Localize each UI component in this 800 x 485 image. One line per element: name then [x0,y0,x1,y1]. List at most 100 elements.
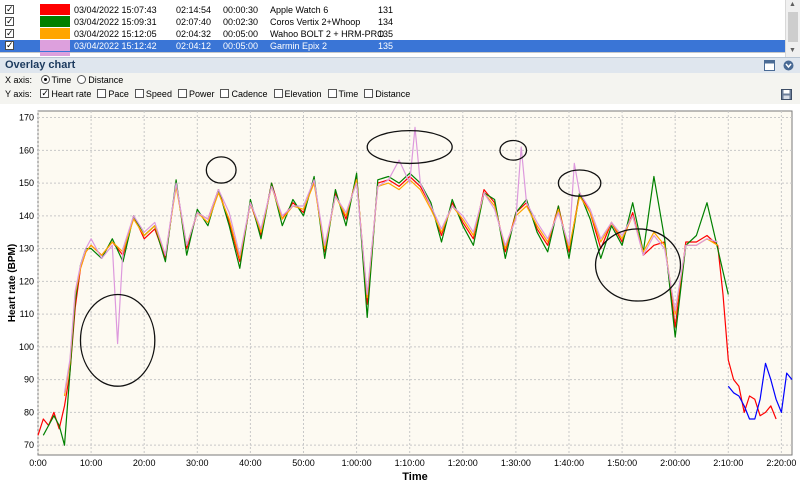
x-tick-label: 2:20:00 [766,458,796,468]
row-duration: 02:04:12 [176,41,212,51]
yaxis-option-heart-rate[interactable]: Heart rate [40,87,92,101]
checkbox-icon[interactable] [273,89,283,99]
yaxis-option-time[interactable]: Time [327,88,359,101]
next-row-swatch [40,52,70,56]
x-tick-label: 2:10:00 [713,458,743,468]
y-tick-label: 150 [19,178,34,188]
color-swatch[interactable] [40,28,70,39]
heart-rate-chart: 70 80 90 100 110 120 130 140 150 160 170 0:00 10:00 2… [7,110,796,483]
row-value: 131 [378,5,394,15]
row-duration: 02:14:54 [176,5,212,15]
row-offset: 00:05:00 [223,29,259,39]
collapse-icon[interactable] [783,60,794,71]
radio-icon[interactable] [77,75,87,85]
row-name: Coros Vertix 2+Whoop [270,17,361,27]
y-tick-label: 110 [20,309,34,319]
y-tick-label: 160 [19,145,34,155]
table-scrollbar[interactable]: ▲ ▼ [785,0,800,58]
x-axis-title: Time [402,471,427,483]
row-name: Wahoo BOLT 2 + HRM-PRO [270,29,385,39]
x-tick-label: 1:30:00 [501,458,531,468]
yaxis-option-elevation[interactable]: Elevation [273,88,322,101]
row-offset: 00:05:00 [223,41,259,51]
checkbox-icon[interactable] [220,89,230,99]
y-tick-label: 120 [19,276,34,286]
row-checkbox[interactable] [5,15,14,27]
option-label: Power [188,89,215,100]
save-icon[interactable] [781,89,792,100]
x-tick-label: 20:00 [133,458,156,468]
yaxis-option-pace[interactable]: Pace [97,88,129,101]
scrollbar-thumb[interactable] [788,12,798,42]
y-tick-label: 170 [19,113,34,123]
xaxis-option-time[interactable]: Time [40,74,72,87]
panel-title: Overlay chart [5,59,76,71]
y-tick-label: 90 [24,375,34,385]
radio-icon[interactable] [40,75,50,85]
table-row[interactable]: 03/04/2022 15:12:05 02:04:32 00:05:00 Wahoo… [0,27,786,40]
option-label: Time [51,75,72,86]
checkbox-icon[interactable] [40,87,50,100]
plot-area [37,110,793,456]
option-label: Distance [375,89,411,100]
x-tick-label: 1:50:00 [607,458,637,468]
option-label: Pace [108,89,129,100]
option-label: Speed [145,89,172,100]
row-duration: 02:04:32 [176,29,212,39]
chart-area: 70 80 90 100 110 120 130 140 150 160 170 0:00 10:00 2… [0,104,800,483]
color-swatch[interactable] [40,16,70,27]
xaxis-label: X axis: [5,75,33,86]
row-name: Apple Watch 6 [270,5,329,15]
row-offset: 00:00:30 [223,5,259,15]
checkbox-icon[interactable] [97,89,107,99]
color-swatch[interactable] [40,40,70,51]
y-tick-label: 70 [24,440,34,450]
y-tick-label: 100 [19,342,34,352]
x-tick-label: 10:00 [80,458,103,468]
y-axis-title: Heart rate (BPM) [7,244,18,322]
yaxis-option-cadence[interactable]: Cadence [220,88,268,101]
row-date: 03/04/2022 15:12:05 [74,29,157,39]
scroll-down-icon[interactable]: ▼ [789,47,796,54]
yaxis-option-distance[interactable]: Distance [364,88,410,101]
option-label: Time [338,89,359,100]
x-tick-label: 1:40:00 [554,458,584,468]
x-tick-label: 40:00 [239,458,262,468]
table-row[interactable]: 03/04/2022 15:09:31 02:07:40 00:02:30 Coros… [0,15,786,28]
table-row[interactable]: 03/04/2022 15:07:43 02:14:54 00:00:30 Apple… [0,3,786,16]
yaxis-row: Y axis: Heart rate Pace Speed Power Cadence E… [5,87,416,101]
table-row[interactable]: 03/04/2022 15:12:42 02:04:12 00:05:00 Garmi… [0,39,786,52]
option-label: Heart rate [51,89,92,100]
y-tick-label: 130 [19,244,34,254]
x-tick-label: 0:00 [29,458,47,468]
checkbox-icon[interactable] [364,89,374,99]
row-value: 135 [378,41,394,51]
y-tick-label: 80 [24,407,34,417]
yaxis-option-speed[interactable]: Speed [134,88,172,101]
row-duration: 02:07:40 [176,17,212,27]
x-tick-label: 50:00 [292,458,315,468]
x-tick-label: 1:20:00 [448,458,478,468]
color-swatch[interactable] [40,4,70,15]
row-checkbox[interactable] [5,27,14,39]
x-tick-label: 1:10:00 [395,458,425,468]
row-name: Garmin Epix 2 [270,41,328,51]
xaxis-option-distance[interactable]: Distance [77,74,123,87]
checkbox-icon[interactable] [134,89,144,99]
checkbox-icon[interactable] [327,89,337,99]
x-tick-label: 1:00:00 [342,458,372,468]
scroll-up-icon[interactable]: ▲ [789,1,796,8]
row-value: 135 [378,29,394,39]
row-value: 134 [378,17,394,27]
row-checkbox[interactable] [5,3,14,15]
option-label: Cadence [231,89,268,100]
yaxis-option-power[interactable]: Power [177,88,215,101]
y-tick-label: 140 [19,211,34,221]
row-date: 03/04/2022 15:09:31 [74,17,157,27]
option-label: Elevation [284,89,322,100]
checkbox-icon[interactable] [177,89,187,99]
x-tick-label: 2:00:00 [660,458,690,468]
window-icon[interactable] [764,60,775,71]
row-checkbox[interactable] [5,39,14,51]
option-label: Distance [88,75,124,86]
